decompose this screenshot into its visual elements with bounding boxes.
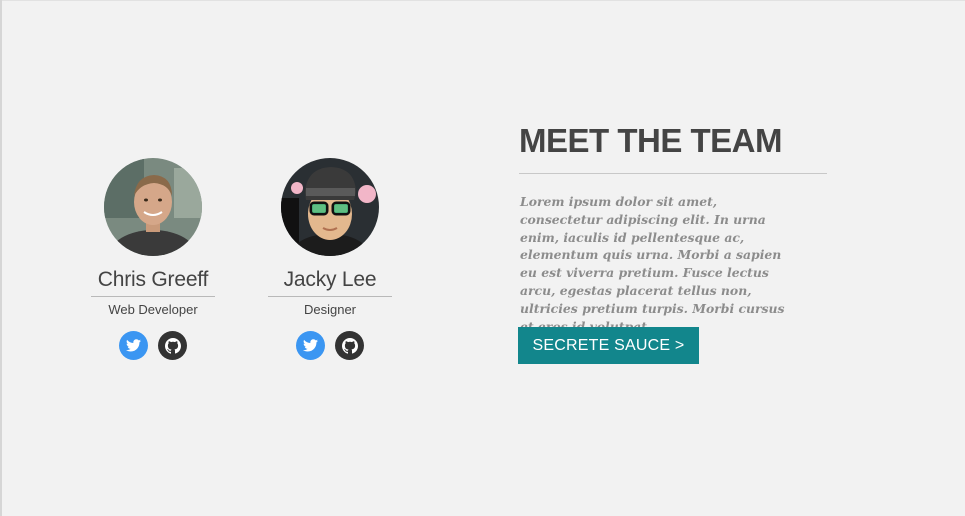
twitter-link-button[interactable]: [119, 331, 148, 360]
member-name-divider: [91, 296, 215, 297]
member-avatar: [104, 158, 202, 256]
member-social-links: [63, 331, 243, 360]
member-role: Designer: [303, 302, 357, 317]
github-octocat-icon: [164, 337, 181, 354]
team-description: Lorem ipsum dolor sit amet, consectetur …: [520, 194, 785, 334]
team-member-card: Chris Greeff Web Developer: [63, 158, 243, 360]
member-social-links: [240, 331, 420, 360]
github-link-button[interactable]: [158, 331, 187, 360]
member-name: Chris Greeff: [97, 268, 209, 291]
team-member-card: Jacky Lee Designer: [240, 158, 420, 360]
team-section-title: MEET THE TEAM: [519, 122, 783, 159]
twitter-link-button[interactable]: [296, 331, 325, 360]
member-name-divider: [268, 296, 392, 297]
page-left-border: [0, 0, 2, 516]
secrete-sauce-button[interactable]: SECRETE SAUCE >: [518, 327, 699, 364]
github-link-button[interactable]: [335, 331, 364, 360]
title-divider: [519, 173, 827, 174]
page-top-border: [0, 0, 965, 1]
member-avatar: [281, 158, 379, 256]
twitter-bird-icon: [126, 339, 141, 352]
member-name: Jacky Lee: [283, 268, 377, 291]
github-octocat-icon: [341, 337, 358, 354]
twitter-bird-icon: [303, 339, 318, 352]
member-role: Web Developer: [108, 302, 198, 317]
